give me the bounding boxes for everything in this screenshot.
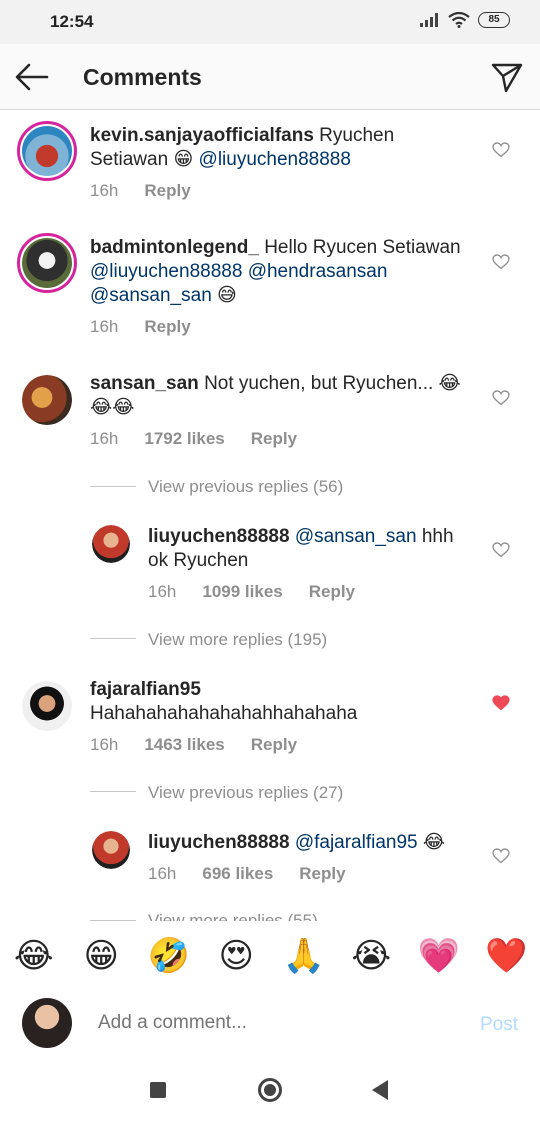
reply-emoji: 😂 bbox=[422, 832, 446, 853]
liked-heart-icon[interactable] bbox=[492, 695, 510, 711]
avatar[interactable] bbox=[92, 831, 130, 869]
comments-list: kevin.sanjayaofficialfans Ryuchen Setiaw… bbox=[0, 111, 540, 921]
back-arrow-icon[interactable] bbox=[14, 62, 50, 92]
comment-body: Hahahahahahahahahhahahaha bbox=[90, 703, 358, 724]
comment-username[interactable]: kevin.sanjayaofficialfans bbox=[90, 125, 314, 146]
likes-count[interactable]: 1463 likes bbox=[144, 735, 224, 755]
thread-divider bbox=[90, 791, 136, 792]
view-more-replies[interactable]: View more replies (195) bbox=[148, 630, 327, 650]
reply-button[interactable]: Reply bbox=[299, 864, 345, 884]
reply-time: 16h bbox=[148, 864, 177, 883]
quick-emoji-button[interactable]: 🤣 bbox=[144, 936, 194, 976]
mention-link[interactable]: @fajaralfian95 bbox=[295, 832, 418, 853]
avatar[interactable] bbox=[92, 525, 130, 563]
comment-body: Ryuchen bbox=[319, 125, 395, 146]
view-previous-replies[interactable]: View previous replies (56) bbox=[148, 477, 343, 497]
view-more-replies[interactable]: View more replies (55) bbox=[148, 911, 318, 921]
comment-time: 16h bbox=[90, 317, 119, 336]
thread-divider bbox=[90, 486, 136, 487]
wifi-icon bbox=[448, 12, 470, 28]
mention-link[interactable]: @hendrasansan bbox=[248, 261, 388, 282]
comment-username[interactable]: sansan_san bbox=[90, 373, 199, 394]
comment-body-continued: Setiawan 😁 bbox=[90, 149, 194, 170]
comment-username[interactable]: badmintonlegend_ bbox=[90, 237, 259, 258]
reply-text: liuyuchen88888 @fajaralfian95 😂 bbox=[148, 831, 478, 855]
battery-indicator: 85 bbox=[478, 12, 510, 28]
reply-button[interactable]: Reply bbox=[251, 735, 297, 755]
reply-button[interactable]: Reply bbox=[144, 181, 190, 201]
mention-link[interactable]: @liuyuchen88888 bbox=[199, 149, 351, 170]
avatar[interactable] bbox=[17, 121, 77, 181]
comment-text: badmintonlegend_ Hello Ryucen Setiawan @… bbox=[90, 236, 480, 308]
like-heart-icon[interactable] bbox=[492, 848, 510, 864]
status-time: 12:54 bbox=[50, 12, 94, 31]
reply-body-continued: ok Ryuchen bbox=[148, 550, 249, 571]
comment-body-continued: 😂😂 bbox=[90, 397, 135, 418]
likes-count[interactable]: 1099 likes bbox=[202, 582, 282, 602]
like-heart-icon[interactable] bbox=[492, 142, 510, 158]
avatar[interactable] bbox=[22, 681, 72, 731]
comment-emoji: 😅 bbox=[217, 285, 237, 306]
quick-emoji-button[interactable]: ❤️ bbox=[481, 936, 531, 976]
comment-username[interactable]: fajaralfian95 bbox=[90, 679, 201, 700]
direct-send-icon[interactable] bbox=[490, 60, 524, 94]
comment-time: 16h bbox=[90, 429, 119, 448]
comment-meta: 16h Reply bbox=[90, 317, 191, 337]
reply-button[interactable]: Reply bbox=[309, 582, 355, 602]
back-button[interactable] bbox=[372, 1080, 388, 1100]
reply-username[interactable]: liuyuchen88888 bbox=[148, 526, 290, 547]
quick-emoji-bar: 😂 😁 🤣 😍 🙏 😭 💗 ❤️ bbox=[0, 930, 540, 982]
reply-meta: 16h 1099 likes Reply bbox=[148, 582, 355, 602]
avatar[interactable] bbox=[22, 375, 72, 425]
thread-divider bbox=[90, 638, 136, 639]
comment-text: kevin.sanjayaofficialfans Ryuchen Setiaw… bbox=[90, 124, 470, 172]
reply-button[interactable]: Reply bbox=[251, 429, 297, 449]
like-heart-icon[interactable] bbox=[492, 390, 510, 406]
comment-body: Hello Ryucen Setiawan bbox=[264, 237, 461, 258]
comment-input[interactable] bbox=[98, 1012, 438, 1034]
mention-link[interactable]: @liuyuchen88888 bbox=[90, 261, 242, 282]
comment-meta: 16h Reply bbox=[90, 181, 191, 201]
reply-time: 16h bbox=[148, 582, 177, 601]
quick-emoji-button[interactable]: 😁 bbox=[76, 936, 126, 976]
current-user-avatar bbox=[22, 998, 72, 1048]
post-button[interactable]: Post bbox=[480, 1014, 518, 1036]
reply-button[interactable]: Reply bbox=[144, 317, 190, 337]
comment-meta: 16h 1792 likes Reply bbox=[90, 429, 297, 449]
add-comment-bar: Post bbox=[0, 990, 540, 1060]
quick-emoji-button[interactable]: 😍 bbox=[211, 936, 261, 976]
home-button[interactable] bbox=[258, 1078, 282, 1102]
signal-icon bbox=[420, 13, 438, 27]
reply-meta: 16h 696 likes Reply bbox=[148, 864, 346, 884]
reply-username[interactable]: liuyuchen88888 bbox=[148, 832, 290, 853]
status-bar: 12:54 85 bbox=[0, 0, 540, 44]
reply-body: hhh bbox=[421, 526, 454, 547]
status-icons: 85 bbox=[420, 12, 510, 28]
comment-meta: 16h 1463 likes Reply bbox=[90, 735, 297, 755]
quick-emoji-button[interactable]: 😂 bbox=[9, 936, 59, 976]
comment-text: fajaralfian95 Hahahahahahahahahhahahaha bbox=[90, 678, 480, 726]
avatar[interactable] bbox=[17, 233, 77, 293]
view-previous-replies[interactable]: View previous replies (27) bbox=[148, 783, 343, 803]
quick-emoji-button[interactable]: 🙏 bbox=[279, 936, 329, 976]
comment-text: sansan_san Not yuchen, but Ryuchen... 😂 … bbox=[90, 372, 480, 420]
recents-button[interactable] bbox=[150, 1082, 166, 1098]
likes-count[interactable]: 1792 likes bbox=[144, 429, 224, 449]
quick-emoji-button[interactable]: 😭 bbox=[346, 936, 396, 976]
page-title: Comments bbox=[83, 64, 202, 90]
mention-link[interactable]: @sansan_san bbox=[295, 526, 417, 547]
comment-time: 16h bbox=[90, 181, 119, 200]
like-heart-icon[interactable] bbox=[492, 542, 510, 558]
like-heart-icon[interactable] bbox=[492, 254, 510, 270]
comment-body: Not yuchen, but Ryuchen... 😂 bbox=[204, 373, 461, 394]
comment-time: 16h bbox=[90, 735, 119, 754]
reply-text: liuyuchen88888 @sansan_san hhh ok Ryuche… bbox=[148, 525, 478, 573]
thread-divider bbox=[90, 920, 136, 921]
likes-count[interactable]: 696 likes bbox=[202, 864, 273, 884]
system-nav-bar bbox=[0, 1060, 540, 1123]
header: Comments bbox=[0, 44, 540, 110]
quick-emoji-button[interactable]: 💗 bbox=[414, 936, 464, 976]
mention-link[interactable]: @sansan_san bbox=[90, 285, 212, 306]
